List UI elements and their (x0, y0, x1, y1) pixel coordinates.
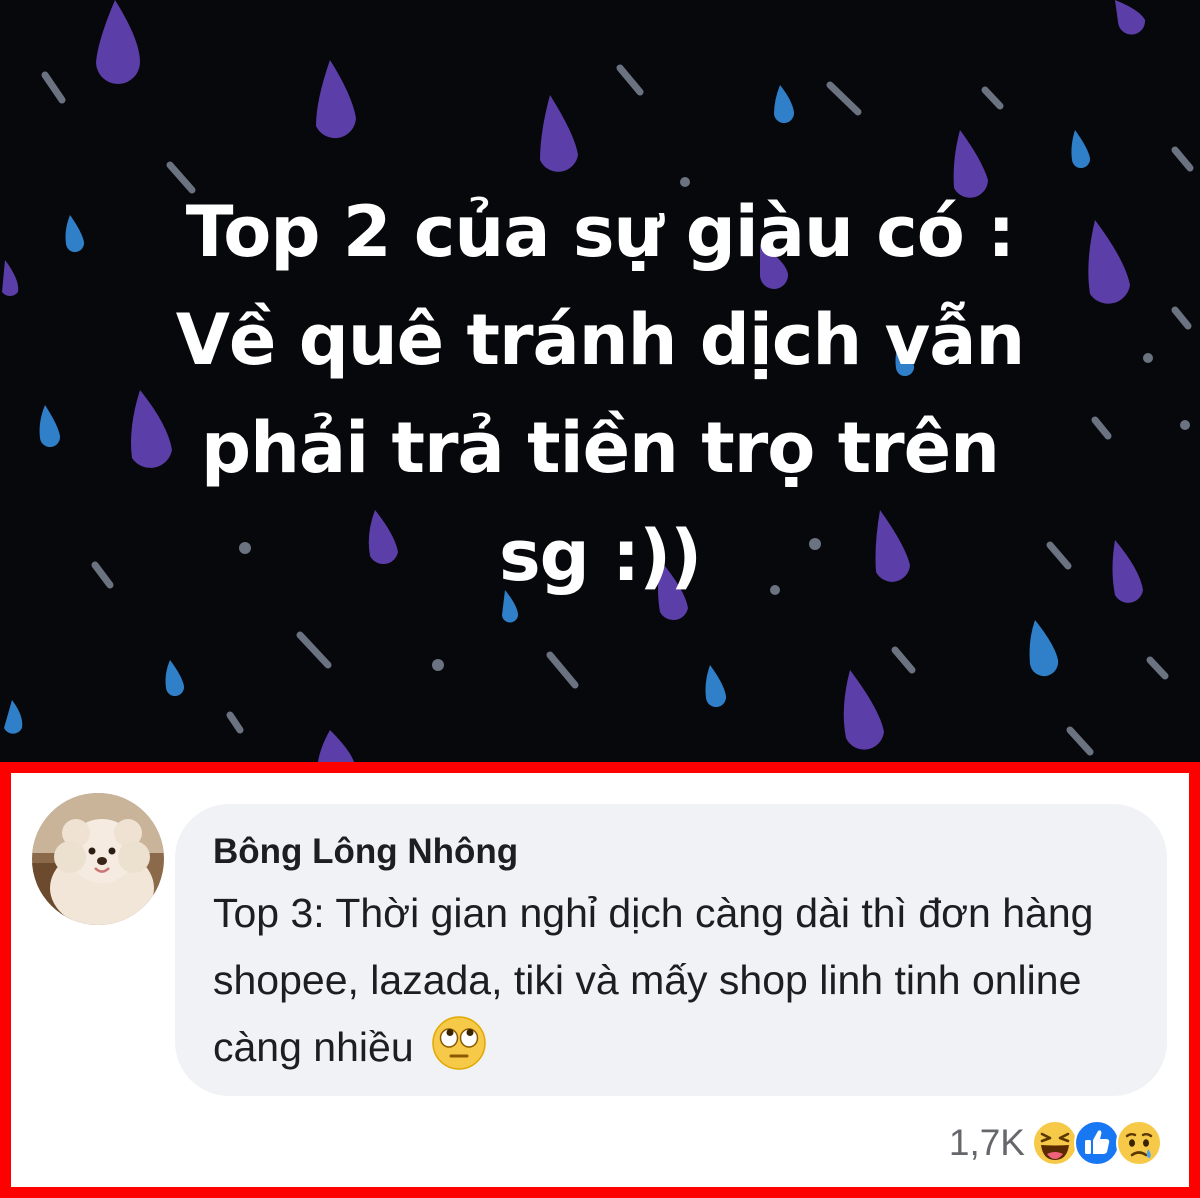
like-reaction-icon (1074, 1120, 1120, 1166)
post-text-line: sg :)) (498, 515, 702, 597)
avatar[interactable] (32, 793, 164, 925)
comment-text: Top 3: Thời gian nghỉ dịch càng dài thì … (213, 890, 1094, 1070)
sad-reaction-icon (1116, 1120, 1162, 1166)
comment-author-name[interactable]: Bông Lông Nhông (213, 832, 518, 872)
post-text-line: Top 2 của sự giàu có : (185, 191, 1015, 273)
post-text-line: Về quê tránh dịch vẫn (175, 299, 1026, 381)
highlight-frame: Bông Lông Nhông Top 3: Thời gian nghỉ dị… (0, 762, 1200, 1198)
comment-bubble: Bông Lông Nhông Top 3: Thời gian nghỉ dị… (175, 804, 1167, 1096)
post-status-text: Top 2 của sự giàu có : Về quê tránh dịch… (90, 178, 1110, 610)
haha-reaction-icon (1032, 1120, 1078, 1166)
poodle-dog-avatar-icon (32, 793, 164, 925)
status-post: Top 2 của sự giàu có : Về quê tránh dịch… (0, 0, 1200, 762)
comment-text-block: Top 3: Thời gian nghỉ dịch càng dài thì … (213, 880, 1153, 1091)
eye-roll-emoji-icon (431, 1015, 487, 1091)
comment-panel: Bông Lông Nhông Top 3: Thời gian nghỉ dị… (11, 773, 1189, 1187)
reaction-summary[interactable]: 1,7K (949, 1113, 1163, 1173)
post-text-line: phải trả tiền trọ trên (200, 407, 1000, 489)
reaction-count: 1,7K (948, 1122, 1025, 1163)
